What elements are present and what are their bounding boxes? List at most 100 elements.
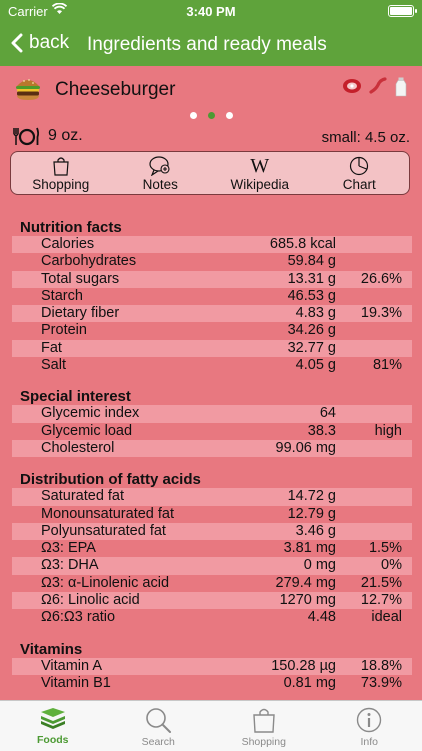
nutrient-value: 4.83 g <box>296 305 336 322</box>
stack-icon <box>38 707 68 731</box>
nutrient-row[interactable]: Glycemic index64 <box>12 405 412 422</box>
nutrient-value: 1270 mg <box>280 592 336 609</box>
nutrient-value: 3.81 mg <box>284 540 336 557</box>
nutrient-row[interactable]: Starch 46.53 g <box>12 288 412 305</box>
nutrient-percent: 73.9% <box>361 675 402 692</box>
nutrient-name: Polyunsaturated fat <box>41 523 166 540</box>
section-title: Vitamins <box>20 641 422 658</box>
back-button[interactable]: back <box>10 32 69 54</box>
clock: 3:40 PM <box>0 4 422 19</box>
wikipedia-tool-label: Wikipedia <box>230 177 289 192</box>
page-dot[interactable] <box>190 112 197 119</box>
nutrient-value: 4.05 g <box>296 357 336 374</box>
nutrient-name: Vitamin A <box>41 658 102 675</box>
action-toolbar: Shopping Notes W Wikipedia Chart <box>10 151 410 195</box>
nutrient-name: Protein <box>41 322 87 339</box>
tab-info-label: Info <box>360 736 378 748</box>
nav-bar: back Ingredients and ready meals <box>0 22 422 66</box>
tab-search[interactable]: Search <box>106 701 212 751</box>
nutrient-row[interactable]: Ω3: DHA0 mg0% <box>12 557 412 574</box>
pie-chart-icon <box>349 156 369 176</box>
section-title: Special interest <box>20 388 422 405</box>
magnifier-icon <box>143 707 173 733</box>
milk-bottle-icon <box>394 77 408 97</box>
nutrient-row[interactable]: Vitamin B10.81 mg73.9% <box>12 675 412 692</box>
nutrient-row[interactable]: Dietary fiber 4.83 g 19.3% <box>12 305 412 322</box>
meat-icon <box>342 77 362 95</box>
nutrient-row[interactable]: Fat32.77 g <box>12 340 412 357</box>
nutrient-name: Glycemic index <box>41 405 139 422</box>
plate-cutlery-icon <box>12 126 40 146</box>
nutrient-row[interactable]: Total sugars 13.31 g 26.6% <box>12 271 412 288</box>
food-name: Cheeseburger <box>55 79 175 101</box>
notes-tool-button[interactable]: Notes <box>111 152 211 194</box>
nutrient-name: Ω3: EPA <box>41 540 96 557</box>
nutrient-row[interactable]: Ω6: Linolic acid1270 mg12.7% <box>12 592 412 609</box>
tab-bar: Foods Search Shopping Info <box>0 700 422 751</box>
nutrition-list[interactable]: Nutrition factsCalories685.8 kcalCarbohy… <box>0 205 422 700</box>
nutrient-row[interactable]: Ω3: α-Linolenic acid279.4 mg21.5% <box>12 575 412 592</box>
nutrient-value: 12.79 g <box>288 506 336 523</box>
page-indicator[interactable] <box>0 112 422 119</box>
nutrient-row[interactable]: Protein34.26 g <box>12 322 412 339</box>
page-dot-active[interactable] <box>208 112 215 119</box>
nutrient-name: Starch <box>41 288 83 305</box>
nutrient-name: Dietary fiber <box>41 305 119 322</box>
food-header: Cheeseburger <box>0 66 422 110</box>
page-title: Ingredients and ready meals <box>87 34 327 56</box>
nutrient-percent: 21.5% <box>361 575 402 592</box>
nutrient-row[interactable]: Monounsaturated fat12.79 g <box>12 506 412 523</box>
nutrient-value: 46.53 g <box>288 288 336 305</box>
nutrient-percent: 19.3% <box>361 305 402 322</box>
bag-icon <box>252 707 276 733</box>
nutrient-row[interactable]: Ω6:Ω3 ratio4.48ideal <box>12 609 412 626</box>
shopping-tool-label: Shopping <box>32 177 89 192</box>
nutrient-row[interactable]: Carbohydrates59.84 g <box>12 253 412 270</box>
nutrient-name: Glycemic load <box>41 423 132 440</box>
serving-size: 9 oz. <box>12 126 83 146</box>
chart-tool-button[interactable]: Chart <box>310 152 410 194</box>
tab-shopping-label: Shopping <box>242 736 286 748</box>
nutrient-name: Salt <box>41 357 66 374</box>
nutrient-row[interactable]: Glycemic load 38.3 high <box>12 423 412 440</box>
nutrient-row[interactable]: Ω3: EPA3.81 mg1.5% <box>12 540 412 557</box>
nutrient-value: 150.28 µg <box>271 658 336 675</box>
nutrient-value: 14.72 g <box>288 488 336 505</box>
nutrient-value: 13.31 g <box>288 271 336 288</box>
nutrient-value: 685.8 kcal <box>270 236 336 253</box>
wikipedia-tool-button[interactable]: W Wikipedia <box>210 152 310 194</box>
tab-shopping[interactable]: Shopping <box>211 701 317 751</box>
nutrient-percent: 18.8% <box>361 658 402 675</box>
tab-info[interactable]: Info <box>317 701 422 751</box>
nutrient-name: Ω3: α-Linolenic acid <box>41 575 169 592</box>
battery-icon <box>388 5 414 17</box>
nutrient-row[interactable]: Polyunsaturated fat 3.46 g <box>12 523 412 540</box>
nutrient-percent: 0% <box>381 557 402 574</box>
sausage-icon <box>368 77 388 95</box>
nutrient-row[interactable]: Saturated fat14.72 g <box>12 488 412 505</box>
nutrient-value: 0 mg <box>304 557 336 574</box>
page-dot[interactable] <box>226 112 233 119</box>
nutrient-name: Carbohydrates <box>41 253 136 270</box>
nutrition-section: Special interestGlycemic index64Glycemic… <box>0 388 422 457</box>
nutrient-name: Vitamin B1 <box>41 675 111 692</box>
shopping-tool-button[interactable]: Shopping <box>11 152 111 194</box>
nutrient-row[interactable]: Vitamin A 150.28 µg 18.8% <box>12 658 412 675</box>
nutrient-percent: ideal <box>371 609 402 626</box>
nutrient-name: Cholesterol <box>41 440 114 457</box>
nutrient-row[interactable]: Calories685.8 kcal <box>12 236 412 253</box>
small-serving-label: small: 4.5 oz. <box>322 129 410 146</box>
nutrient-percent: high <box>375 423 402 440</box>
nutrient-value: 38.3 <box>308 423 336 440</box>
nutrient-value: 3.46 g <box>296 523 336 540</box>
nutrient-percent: 26.6% <box>361 271 402 288</box>
nutrient-name: Fat <box>41 340 62 357</box>
info-icon <box>356 707 382 733</box>
tab-foods[interactable]: Foods <box>0 701 106 751</box>
note-bubble-icon <box>148 156 172 176</box>
nutrient-row[interactable]: Cholesterol 99.06 mg <box>12 440 412 457</box>
nutrient-row[interactable]: Salt4.05 g81% <box>12 357 412 374</box>
nutrient-value: 99.06 mg <box>276 440 336 457</box>
nutrient-value: 4.48 <box>308 609 336 626</box>
nutrient-name: Total sugars <box>41 271 119 288</box>
